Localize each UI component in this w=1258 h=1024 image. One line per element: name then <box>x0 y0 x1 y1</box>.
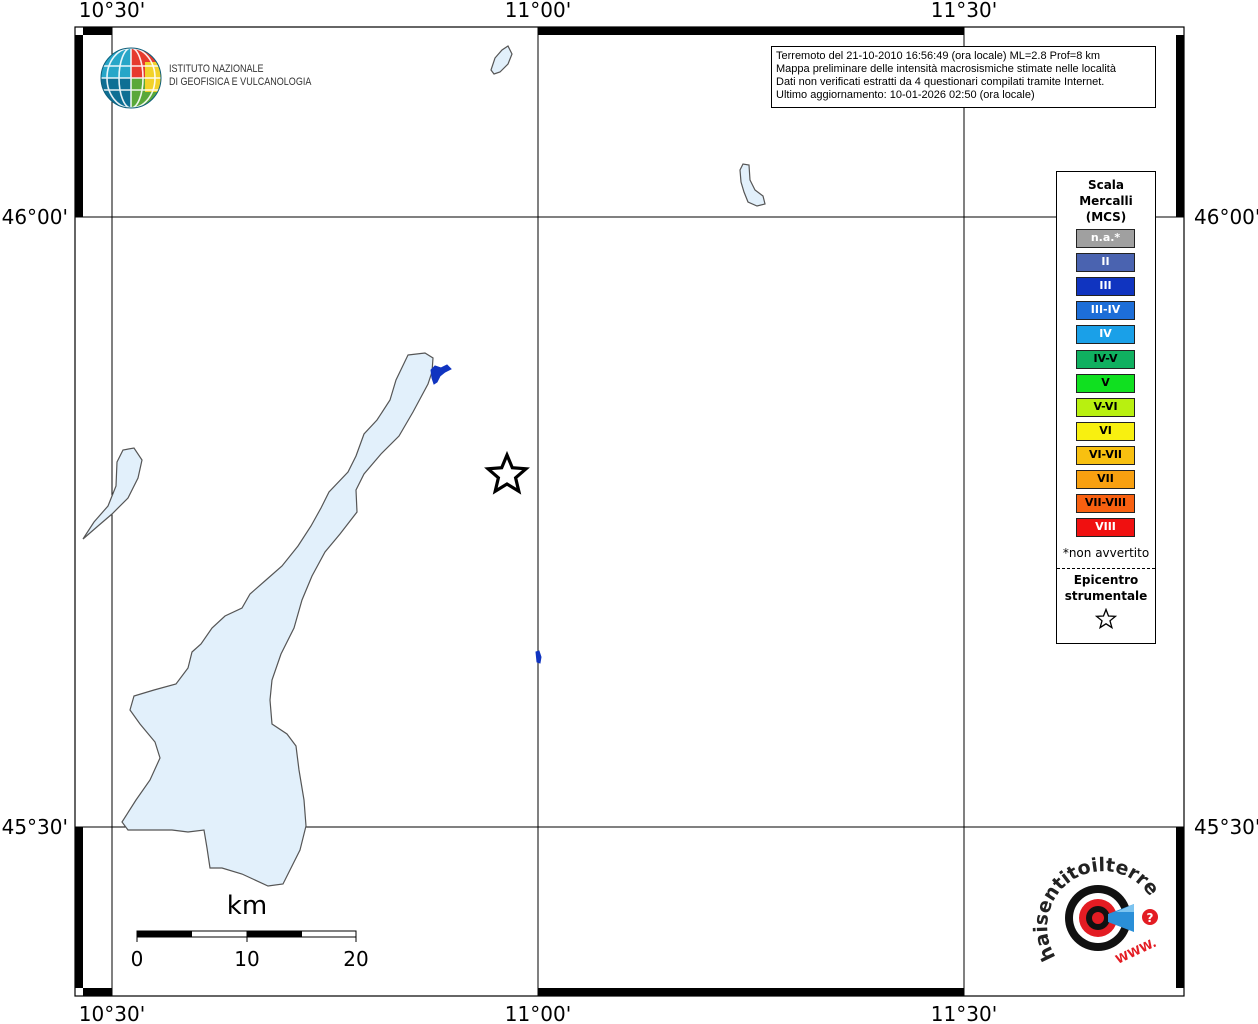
legend-item-swatch: V <box>1076 373 1135 393</box>
lon-label: 11°00' <box>505 0 571 22</box>
legend-note: *non avvertito <box>1062 546 1150 560</box>
legend-item-swatch: VII <box>1076 470 1135 489</box>
legend-epicenter-line: strumentale <box>1064 589 1148 603</box>
legend-item-swatch: IV <box>1076 325 1135 345</box>
event-info-line: Ultimo aggiornamento: 10-01-2026 02:50 (… <box>776 89 1035 101</box>
lon-labels-top: 10°30' 11°00' 11°30' <box>79 0 997 22</box>
legend-epicenter-line: Epicentro <box>1073 573 1139 587</box>
ingv-line: DI GEOFISICA E VULCANOLOGIA <box>169 76 312 88</box>
legend-item-swatch: n.a.* <box>1076 229 1135 248</box>
ingv-globe-icon <box>100 47 162 109</box>
legend-item-swatch: IV-V <box>1076 349 1135 369</box>
ingv-line: ISTITUTO NAZIONALE <box>169 63 264 75</box>
legend-item-swatch: VI <box>1076 421 1135 441</box>
haisentito-target-icon: haisentitoilterremoto.it ? WWW. <box>1020 835 1163 967</box>
lon-label: 11°30' <box>931 0 997 22</box>
scale-unit: km <box>227 891 267 921</box>
legend-item-swatch: VIII <box>1076 518 1135 538</box>
lat-label: 45°30' <box>1194 815 1258 839</box>
mcs-legend: Scala Mercalli (MCS) n.a.* II III III-IV IV I… <box>1056 171 1156 644</box>
legend-item-swatch: III <box>1076 277 1135 297</box>
lon-labels-bottom: 10°30' 11°00' 11°30' <box>79 1002 997 1024</box>
lat-label: 46°00' <box>1194 205 1258 229</box>
lon-label: 11°00' <box>505 1002 571 1024</box>
haisentito-logo: haisentitoilterremoto.it ? WWW. <box>1020 835 1170 977</box>
scale-label: 0 <box>131 947 144 971</box>
legend-title-line: Scala <box>1087 178 1125 192</box>
legend-title: Scala Mercalli (MCS) <box>1057 177 1155 225</box>
ingv-logo: ISTITUTO NAZIONALE DI GEOFISICA E VULCAN… <box>100 46 311 110</box>
legend-item-swatch: V-VI <box>1076 397 1135 417</box>
lat-label: 45°30' <box>2 815 68 839</box>
lat-labels-left: 46°00' 45°30' <box>2 205 68 839</box>
lon-label: 10°30' <box>79 0 145 22</box>
legend-divider <box>1057 568 1155 569</box>
legend-star-icon <box>1057 607 1155 634</box>
legend-item-swatch: VI-VII <box>1076 445 1135 465</box>
lat-labels-right: 46°00' 45°30' <box>1194 205 1258 839</box>
legend-item-swatch: III-IV <box>1076 301 1135 321</box>
lon-label: 11°30' <box>931 1002 997 1024</box>
legend-epicenter-label: Epicentro strumentale <box>1057 572 1155 604</box>
lat-label: 46°00' <box>2 205 68 229</box>
scale-label: 20 <box>343 947 368 971</box>
event-info-box: Terremoto del 21-10-2010 16:56:49 (ora l… <box>771 46 1156 108</box>
lon-label: 10°30' <box>79 1002 145 1024</box>
legend-item-swatch: VII-VIII <box>1076 494 1135 514</box>
ingv-wordmark: ISTITUTO NAZIONALE DI GEOFISICA E VULCAN… <box>169 63 311 89</box>
legend-item-swatch: II <box>1076 253 1135 273</box>
scale-label: 10 <box>234 947 259 971</box>
question-mark-icon: ? <box>1147 911 1154 925</box>
legend-title-line: Mercalli <box>1079 194 1133 208</box>
legend-title-line: (MCS) <box>1085 210 1127 224</box>
